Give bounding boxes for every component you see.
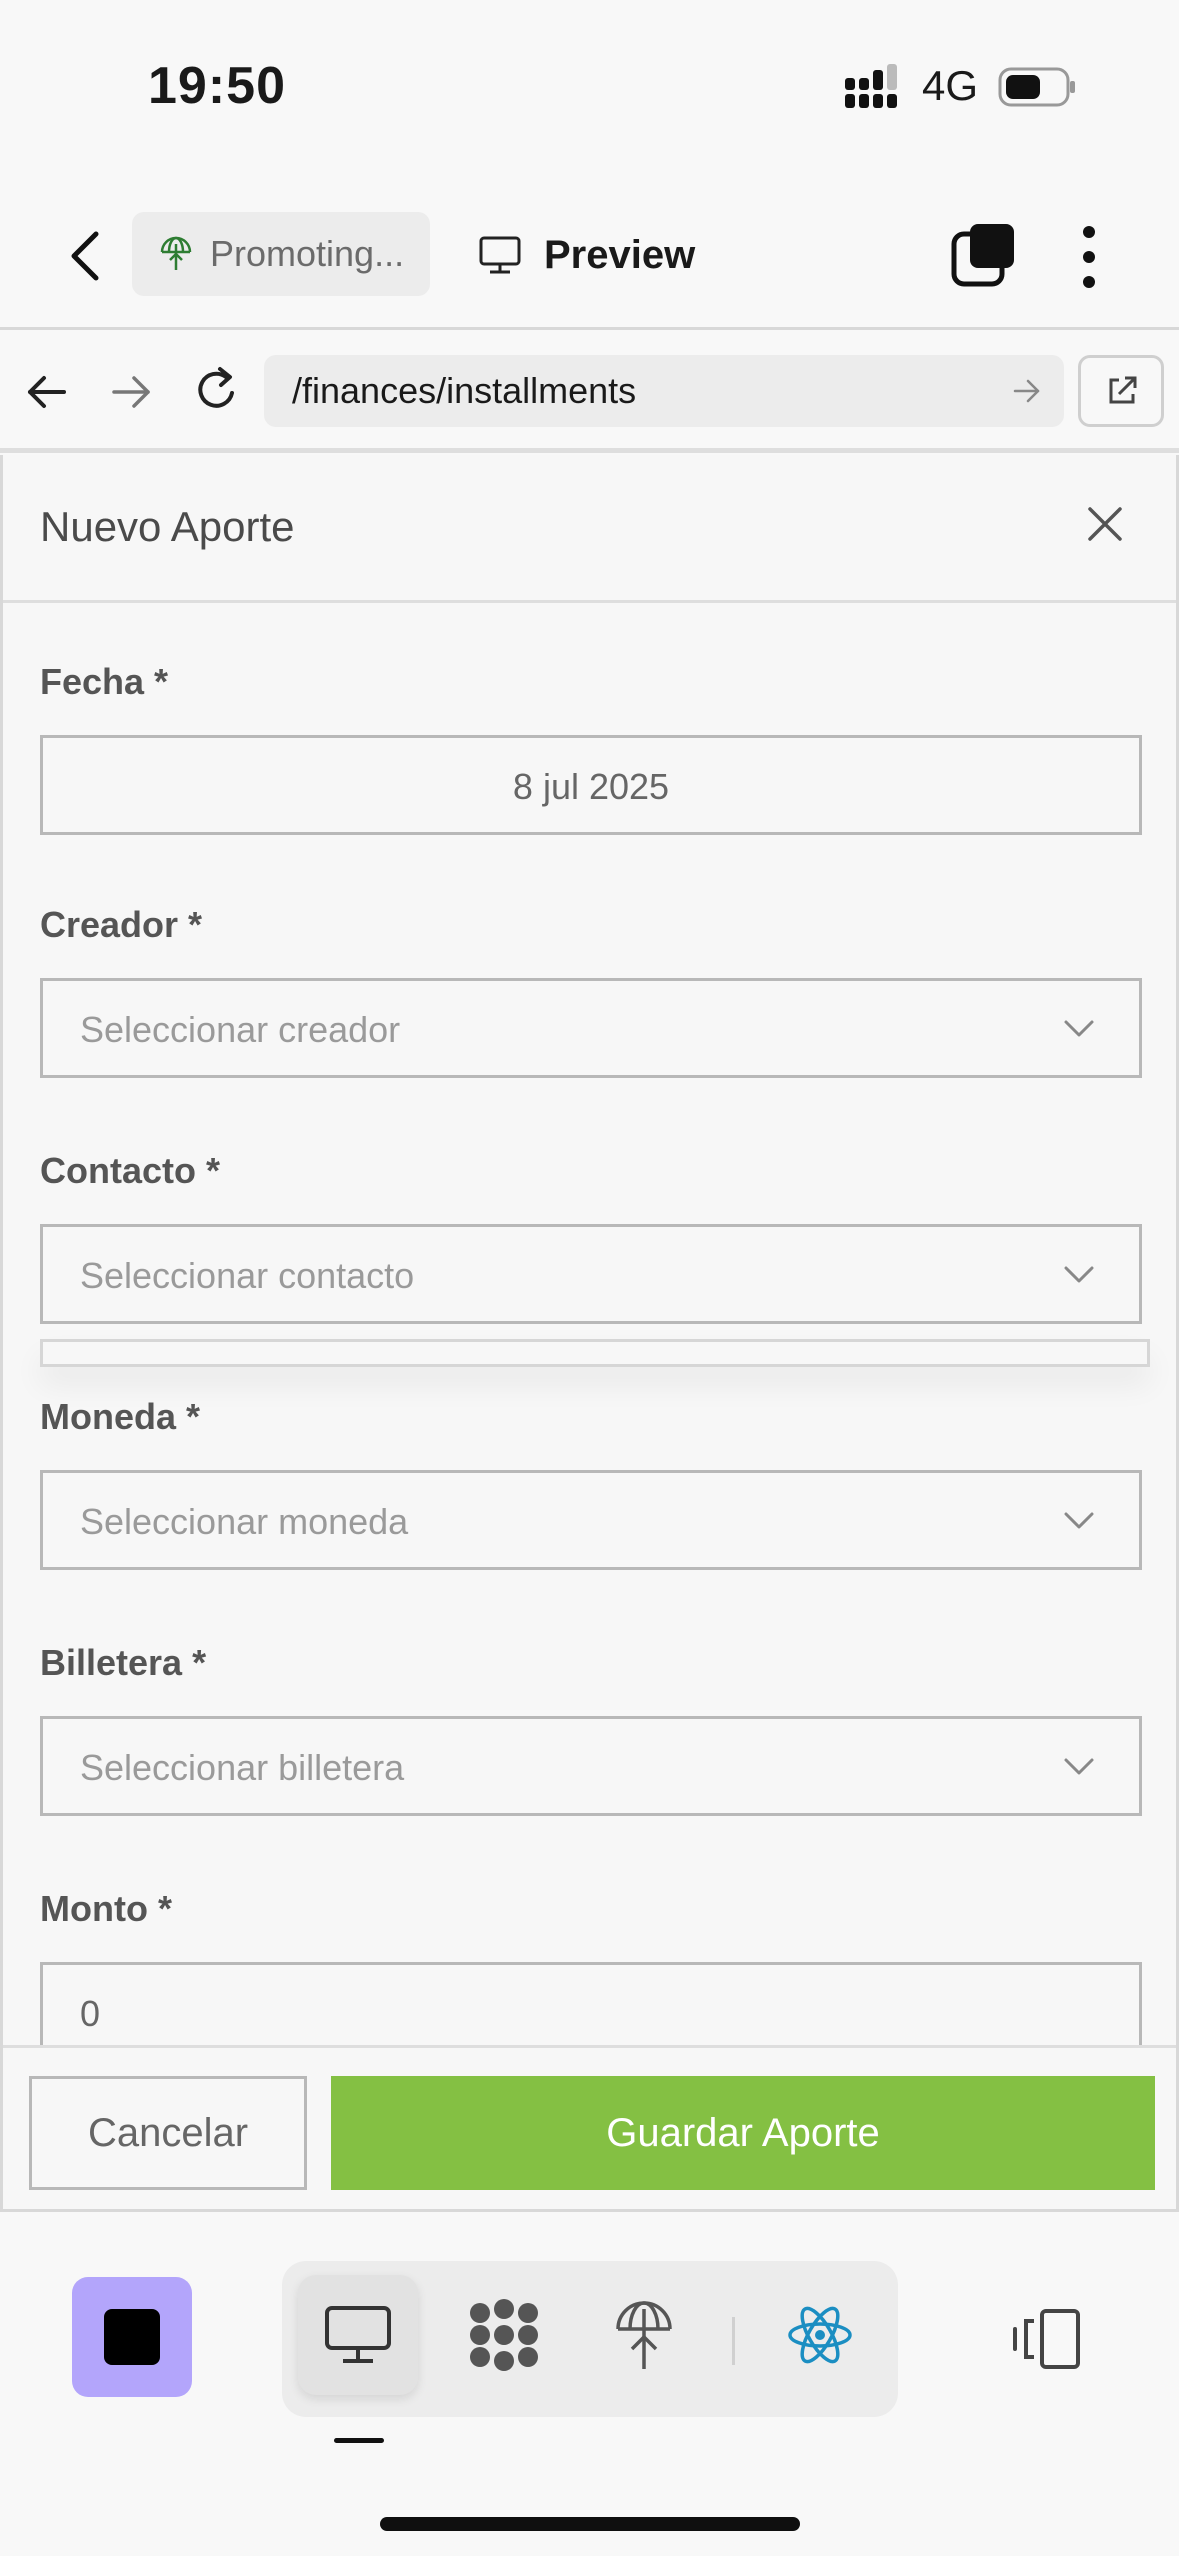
currency-label: Moneda * — [40, 1396, 201, 1437]
date-field[interactable]: 8 jul 2025 — [40, 735, 1142, 835]
view-preview-button[interactable] — [298, 2275, 418, 2395]
external-link-icon — [1109, 376, 1137, 404]
active-view-indicator — [334, 2438, 384, 2443]
modal-title: Nuevo Aporte — [40, 503, 295, 550]
chevron-down-icon — [1064, 1758, 1094, 1775]
battery-icon — [998, 67, 1075, 107]
view-switcher — [282, 2261, 898, 2417]
wallet-label: Billetera * — [40, 1642, 207, 1683]
date-value: 8 jul 2025 — [512, 766, 670, 807]
more-vertical-icon[interactable] — [1072, 224, 1106, 290]
creator-select[interactable]: Seleccionar creador — [40, 978, 1142, 1078]
creator-label: Creador * — [40, 904, 203, 945]
modal-header: Nuevo Aporte — [3, 455, 1176, 603]
react-icon — [788, 2306, 852, 2364]
preview-label: Preview — [544, 232, 696, 277]
project-name: Promoting... — [210, 233, 405, 274]
go-arrow-icon[interactable] — [1012, 377, 1042, 405]
browser-bar: /finances/installments — [0, 333, 1179, 453]
url-text: /finances/installments — [292, 370, 637, 411]
amount-value: 0 — [80, 1993, 101, 2034]
cluster-icon — [470, 2299, 538, 2371]
home-indicator — [380, 2517, 800, 2531]
bottom-toolbar — [0, 2215, 1179, 2556]
monitor-icon — [325, 2306, 391, 2363]
close-icon[interactable] — [1086, 505, 1124, 543]
contact-placeholder: Seleccionar contacto — [80, 1255, 415, 1296]
modal-footer: Cancelar Guardar Aporte — [3, 2045, 1176, 2209]
globe-sprout-icon — [616, 2301, 672, 2369]
currency-placeholder: Seleccionar moneda — [80, 1501, 409, 1542]
contact-select[interactable]: Seleccionar contacto — [40, 1224, 1142, 1324]
view-cluster-button[interactable] — [444, 2275, 564, 2395]
contact-dropdown-menu — [40, 1339, 1150, 1367]
reload-icon[interactable] — [192, 363, 242, 417]
tabs-icon[interactable] — [950, 222, 1016, 288]
app-top-bar: Promoting... Preview — [0, 180, 1179, 330]
status-time: 19:50 — [148, 57, 286, 115]
currency-select[interactable]: Seleccionar moneda — [40, 1470, 1142, 1570]
save-contribution-button[interactable]: Guardar Aporte — [331, 2076, 1155, 2190]
status-bar: 19:50 4G — [0, 0, 1179, 180]
view-react-button[interactable] — [760, 2275, 880, 2395]
chevron-down-icon — [1064, 1512, 1094, 1529]
cancel-button[interactable]: Cancelar — [29, 2076, 307, 2190]
toolbar-divider — [732, 2317, 735, 2365]
url-bar[interactable]: /finances/installments — [264, 355, 1064, 427]
signal-icon — [845, 64, 897, 108]
monitor-icon — [479, 236, 521, 274]
globe-sprout-icon — [160, 236, 192, 270]
new-contribution-modal: Nuevo Aporte Fecha * 8 jul 2025 Creador … — [0, 455, 1179, 2212]
amount-label: Monto * — [40, 1888, 172, 1929]
contact-label: Contacto * — [40, 1150, 220, 1191]
project-selector[interactable]: Promoting... — [132, 212, 430, 296]
creator-placeholder: Seleccionar creador — [80, 1009, 401, 1050]
network-type: 4G — [922, 62, 979, 109]
chevron-down-icon — [1064, 1266, 1094, 1283]
arrow-left-icon[interactable] — [24, 367, 70, 417]
preview-button[interactable]: Preview — [478, 220, 695, 290]
device-switch-icon[interactable] — [1010, 2307, 1082, 2371]
wallet-select[interactable]: Seleccionar billetera — [40, 1716, 1142, 1816]
app-icon[interactable] — [72, 2277, 192, 2397]
arrow-right-icon[interactable] — [108, 367, 154, 417]
view-deploy-button[interactable] — [584, 2275, 704, 2395]
wallet-placeholder: Seleccionar billetera — [80, 1747, 405, 1788]
date-label: Fecha * — [40, 661, 169, 702]
back-chevron-icon[interactable] — [58, 226, 114, 286]
app-square — [104, 2309, 160, 2365]
chevron-down-icon — [1064, 1020, 1094, 1037]
open-external-button[interactable] — [1078, 355, 1164, 427]
